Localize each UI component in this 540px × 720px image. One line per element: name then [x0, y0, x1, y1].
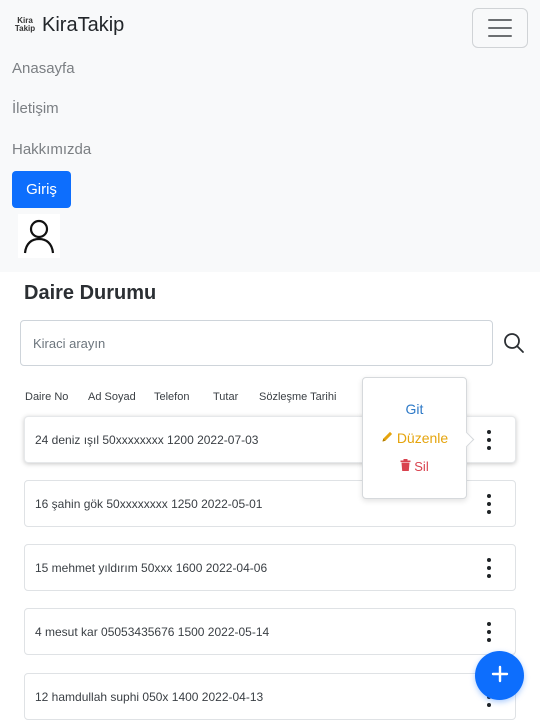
brand-name: KiraTakip [42, 13, 125, 36]
dropdown-go-item[interactable]: Git [363, 401, 466, 417]
table-row[interactable]: 12 hamdullah suphi 050x 1400 2022-04-13 [24, 673, 516, 720]
kebab-icon[interactable] [485, 558, 493, 578]
kebab-icon[interactable] [485, 430, 493, 450]
row-text: 12 hamdullah suphi 050x 1400 2022-04-13 [35, 689, 264, 704]
pencil-icon [381, 430, 394, 446]
hamburger-icon [488, 19, 512, 37]
navbar: Kira Takip KiraTakip Anasayfa İletişim H… [0, 0, 540, 272]
column-header-phone: Telefon [154, 391, 190, 403]
trash-icon [400, 459, 411, 474]
kebab-icon[interactable] [485, 494, 493, 514]
nav-link-home[interactable]: Anasayfa [12, 60, 75, 77]
brand-link[interactable]: Kira Takip KiraTakip [12, 12, 124, 38]
column-header-amount: Tutar [213, 391, 239, 403]
column-header-contract-date: Sözleşme Tarihi [259, 391, 337, 403]
add-apartment-button[interactable] [475, 651, 524, 700]
table-row[interactable]: 15 mehmet yıldırım 50xxx 1600 2022-04-06 [24, 544, 516, 591]
user-icon[interactable] [18, 214, 60, 258]
brand-logo-line2: Takip [14, 24, 36, 33]
row-text: 15 mehmet yıldırım 50xxx 1600 2022-04-06 [35, 560, 268, 575]
page-title: Daire Durumu [24, 282, 157, 304]
column-header-name: Ad Soyad [88, 391, 136, 403]
row-actions-dropdown: Git Düzenle Sil [362, 377, 467, 499]
dropdown-delete-label: Sil [414, 459, 429, 474]
dropdown-edit-label: Düzenle [396, 430, 449, 446]
kebab-icon[interactable] [485, 622, 493, 642]
dropdown-delete-item[interactable]: Sil [363, 459, 466, 474]
nav-link-contact[interactable]: İletişim [12, 100, 59, 117]
column-header-apartment-no: Daire No [25, 391, 69, 403]
login-button[interactable]: Giriş [12, 171, 71, 208]
table-row[interactable]: 4 mesut kar 05053435676 1500 2022-05-14 [24, 608, 516, 655]
nav-link-about[interactable]: Hakkımızda [12, 141, 91, 158]
row-text: 4 mesut kar 05053435676 1500 2022-05-14 [35, 624, 270, 639]
search-icon[interactable] [502, 331, 526, 355]
search-input[interactable] [20, 320, 493, 366]
menu-toggle-button[interactable] [472, 8, 528, 48]
row-text: 16 şahin gök 50xxxxxxxx 1250 2022-05-01 [35, 496, 263, 511]
plus-icon [491, 665, 509, 686]
row-text: 24 deniz ışıl 50xxxxxxxx 1200 2022-07-03 [35, 432, 259, 447]
dropdown-edit-item[interactable]: Düzenle [363, 430, 466, 446]
brand-logo: Kira Takip [12, 12, 38, 38]
